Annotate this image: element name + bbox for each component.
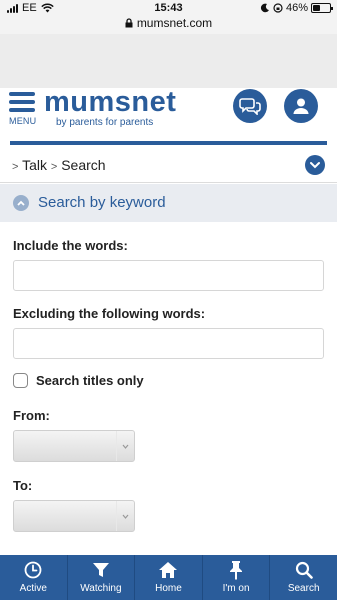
url-bar[interactable]: mumsnet.com [0, 16, 337, 34]
chevron-down-icon [116, 501, 134, 531]
header-divider [10, 141, 327, 145]
nav-label-home: Home [155, 583, 182, 594]
breadcrumb-item-talk[interactable]: Talk [22, 157, 47, 173]
chat-bubbles-icon [239, 98, 261, 115]
search-icon [295, 560, 313, 580]
logo-tagline: by parents for parents [56, 117, 154, 128]
nav-item-search[interactable]: Search [270, 555, 337, 600]
nav-item-im-on[interactable]: I'm on [203, 555, 271, 600]
search-section-header[interactable]: Search by keyword [0, 184, 337, 222]
section-title: Search by keyword [38, 194, 166, 211]
include-words-label: Include the words: [13, 238, 128, 253]
titles-only-label: Search titles only [36, 373, 144, 388]
chevron-down-icon [310, 162, 320, 169]
exclude-words-input[interactable] [13, 328, 324, 359]
breadcrumb-expand-button[interactable] [305, 155, 325, 175]
menu-button[interactable]: MENU [9, 92, 39, 132]
logo-word: mumsnet [44, 86, 177, 118]
nav-label-active: Active [19, 583, 47, 594]
titles-only-row[interactable]: Search titles only [13, 373, 144, 388]
nav-label-search: Search [287, 583, 320, 594]
breadcrumb-separator: > [50, 161, 58, 173]
bottom-nav: Active Watching Home I'm on Search [0, 555, 337, 600]
chevron-up-icon[interactable] [13, 195, 29, 211]
breadcrumb-separator: > [12, 161, 19, 173]
to-date-select[interactable] [13, 500, 135, 532]
status-right: 46% [260, 2, 333, 14]
battery-percent: 46% [285, 2, 308, 14]
clock-icon [24, 560, 42, 580]
lock-icon [125, 18, 133, 28]
hamburger-icon [9, 92, 35, 96]
user-icon [293, 98, 309, 114]
home-icon [158, 560, 178, 580]
titles-only-checkbox[interactable] [13, 373, 28, 388]
site-header: MENU mumsnet by parents for parents [0, 88, 337, 140]
to-label: To: [13, 478, 33, 493]
from-label: From: [13, 408, 50, 423]
account-button[interactable] [284, 89, 318, 123]
from-date-select[interactable] [13, 430, 135, 462]
chevron-down-icon [116, 431, 134, 461]
include-words-input[interactable] [13, 260, 324, 291]
filter-icon [92, 560, 110, 580]
nav-item-active[interactable]: Active [0, 555, 68, 600]
exclude-words-label: Excluding the following words: [13, 306, 206, 321]
browser-chrome-band [0, 34, 337, 88]
nav-item-home[interactable]: Home [135, 555, 203, 600]
breadcrumb: > Talk > Search [0, 147, 337, 183]
battery-icon [311, 3, 333, 13]
moon-icon [260, 3, 269, 13]
pin-icon [228, 560, 244, 580]
menu-label: MENU [9, 116, 37, 126]
breadcrumb-trail: > Talk > Search [12, 157, 106, 173]
status-bar: EE 15:43 46% [0, 0, 337, 16]
orientation-lock-icon [273, 3, 283, 13]
chat-button[interactable] [233, 89, 267, 123]
breadcrumb-item-search[interactable]: Search [61, 157, 105, 173]
nav-label-watching: Watching [80, 583, 122, 594]
nav-label-im-on: I'm on [222, 583, 250, 594]
nav-item-watching[interactable]: Watching [68, 555, 136, 600]
url-text: mumsnet.com [136, 16, 213, 30]
mumsnet-logo[interactable]: mumsnet by parents for parents [44, 86, 177, 129]
